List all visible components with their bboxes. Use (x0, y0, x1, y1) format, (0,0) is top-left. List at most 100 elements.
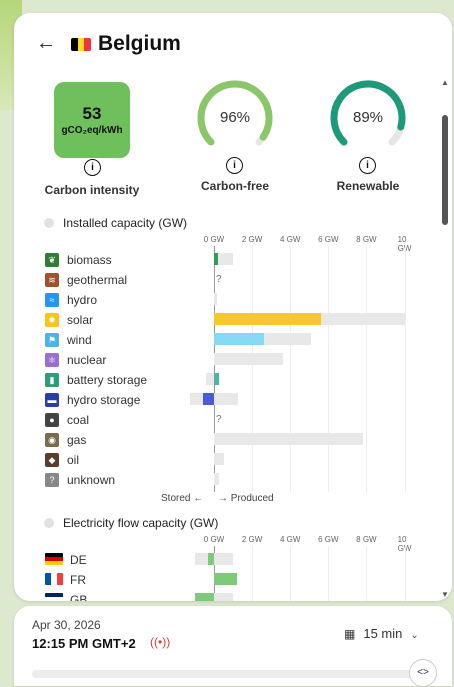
capacity-row: ▬ hydro storage (36, 390, 418, 410)
capacity-row: ✹ solar (36, 310, 418, 330)
current-date: Apr 30, 2026 (32, 618, 101, 632)
question-icon: ? (45, 473, 59, 487)
stored-direction-label: Stored ← (161, 493, 204, 504)
capacity-row: ◆ oil (36, 450, 418, 470)
flow-label: FR (70, 573, 86, 587)
heat-icon: ≋ (45, 273, 59, 287)
de-flag-icon (45, 553, 63, 565)
renewable-value: 89% (352, 109, 384, 126)
axis-tick-label: 6 GW (318, 535, 339, 544)
stored-bar (202, 393, 214, 405)
battery-icon: ▮ (45, 373, 59, 387)
capacity-label: geothermal (67, 273, 128, 287)
current-time: 12:15 PM GMT+2 (32, 636, 136, 651)
capacity-row: ◉ gas (36, 430, 418, 450)
flow-row: DE (36, 550, 418, 570)
capacity-label: nuclear (67, 353, 107, 367)
carbon-free-value: 96% (219, 109, 251, 126)
axis-tick-label: 2 GW (241, 235, 263, 244)
capacity-label: coal (67, 413, 90, 427)
resolution-value: 15 min (363, 626, 403, 641)
capacity-row: ≋ geothermal? (36, 270, 418, 290)
capacity-row: ⚛ nuclear (36, 350, 418, 370)
back-arrow-icon[interactable]: ← (36, 33, 56, 53)
scrollbar[interactable]: ▲ ▼ (440, 73, 450, 601)
axis-tick-label: 8 GW (356, 535, 377, 544)
live-broadcast-icon: ((•)) (150, 635, 171, 649)
capacity-row: ⚑ wind (36, 330, 418, 350)
coal-icon: ● (45, 413, 59, 427)
axis-tick-label: 8 GW (356, 235, 377, 244)
unknown-value: ? (216, 414, 222, 425)
capacity-bar (190, 393, 238, 405)
axis-tick-label: 2 GW (241, 535, 263, 544)
capacity-label: wind (67, 333, 92, 347)
capacity-label: solar (67, 313, 94, 327)
belgium-flag-icon (71, 38, 91, 51)
scroll-down-arrow-icon[interactable]: ▼ (440, 590, 450, 599)
chevron-down-icon: ⌄ (410, 630, 419, 641)
scroll-up-arrow-icon[interactable]: ▲ (440, 78, 450, 87)
flow-capacity-heading: Electricity flow capacity (GW) (44, 516, 218, 530)
oil-icon: ◆ (45, 453, 59, 467)
zone-header: ← Belgium (14, 13, 452, 73)
capacity-bar (214, 293, 217, 305)
produced-bar (214, 373, 219, 385)
flow-row: FR (36, 570, 418, 590)
resolution-select[interactable]: ▦ 15 min ⌄ (344, 626, 419, 641)
stored-bar (208, 553, 214, 565)
capacity-label: unknown (67, 473, 116, 487)
capacity-label: hydro (67, 293, 98, 307)
time-slider-handle-icon[interactable]: <> (409, 659, 437, 687)
zone-title: Belgium (98, 32, 181, 55)
axis-tick-label: 0 GW (203, 535, 225, 544)
axis-tick-label: 6 GW (318, 235, 339, 244)
fr-flag-icon (45, 573, 63, 585)
flow-label: GB (70, 593, 88, 601)
produced-bar (214, 253, 218, 265)
capacity-bar (214, 473, 219, 485)
renewable-info-icon[interactable]: i (359, 157, 376, 174)
leaf-icon: ❦ (45, 253, 59, 267)
capacity-bar (194, 553, 234, 565)
axis-tick-label: 4 GW (279, 535, 301, 544)
produced-bar (214, 573, 237, 585)
axis-tick-label: 0 GW (203, 235, 225, 244)
section-dot-icon (44, 518, 54, 528)
scrollbar-thumb[interactable] (442, 115, 448, 225)
capacity-label: battery storage (67, 373, 148, 387)
carbon-intensity-value: 53 (82, 104, 102, 123)
capacity-row: ❦ biomass (36, 250, 418, 270)
carbon-free-label: Carbon-free (200, 179, 269, 193)
atom-icon: ⚛ (45, 353, 59, 367)
capacity-label: gas (67, 433, 87, 447)
capacity-bar (214, 453, 224, 465)
unknown-value: ? (216, 274, 222, 285)
capacity-bar (214, 433, 363, 445)
carbon-intensity-info-icon[interactable]: i (84, 159, 101, 176)
capacity-label: biomass (67, 253, 112, 267)
calendar-icon: ▦ (344, 627, 356, 641)
carbon-free-info-icon[interactable]: i (226, 157, 243, 174)
gas-icon: ◉ (45, 433, 59, 447)
installed-capacity-heading: Installed capacity (GW) (44, 216, 187, 230)
sun-icon: ✹ (45, 313, 59, 327)
gb-flag-icon (45, 593, 63, 601)
capacity-row: ≈ hydro (36, 290, 418, 310)
zone-details-panel: ← Belgium 53 gCO₂eq/kWh i Carbon intensi… (14, 13, 452, 601)
zone-details-scroll-area[interactable]: 53 gCO₂eq/kWh i Carbon intensity 96% i C… (36, 73, 418, 601)
section-dot-icon (44, 218, 54, 228)
produced-bar (214, 333, 265, 345)
produced-direction-label: → Produced (218, 493, 274, 504)
flow-row: GB (36, 590, 418, 601)
time-slider-track[interactable] (32, 670, 422, 678)
produced-bar (214, 313, 321, 325)
capacity-label: oil (67, 453, 80, 467)
wind-icon: ⚑ (45, 333, 59, 347)
carbon-intensity-label: Carbon intensity (44, 183, 140, 197)
stored-bar (194, 593, 214, 601)
installed-capacity-title: Installed capacity (GW) (63, 216, 188, 230)
carbon-intensity-box: 53 gCO₂eq/kWh (54, 82, 130, 158)
flow-label: DE (70, 553, 87, 567)
wave-icon: ≈ (45, 293, 59, 307)
